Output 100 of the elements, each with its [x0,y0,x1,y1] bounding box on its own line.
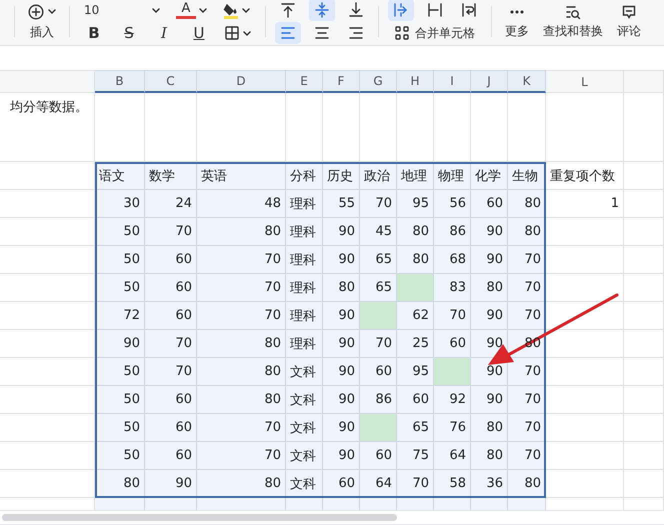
table-cell [624,330,664,358]
table-cell: 80 [197,358,286,386]
table-cell: 60 [397,386,434,414]
align-middle-button[interactable] [309,0,335,21]
table-cell: 90 [323,386,360,414]
underline-button[interactable]: U [184,22,214,44]
table-cell: 80 [323,274,360,302]
column-header[interactable]: C [145,70,197,93]
table-cell: 70 [360,330,397,358]
table-cell: 90 [471,386,508,414]
insert-button[interactable]: 插入 [24,2,60,41]
column-header[interactable]: B [95,70,145,93]
caret-icon [152,8,160,12]
more-button[interactable]: 更多 [501,2,533,42]
font-size-dropdown[interactable]: 10 [79,0,165,21]
table-cell: 90 [471,246,508,274]
table-header: 物理 [434,162,471,190]
table-cell: 60 [471,190,508,218]
table-cell: 80 [197,330,286,358]
strikethrough-button[interactable]: S [114,22,144,44]
table-cell [624,470,664,498]
table-cell: 80 [508,190,546,218]
column-header [624,70,664,93]
table-cell: 90 [323,218,360,246]
italic-button[interactable]: I [149,22,179,44]
comment-icon [621,4,637,20]
table-cell [624,190,664,218]
font-color-button[interactable]: A [171,0,212,21]
align-center-icon [314,25,330,41]
table-header: 政治 [360,162,397,190]
table-cell: 80 [397,218,434,246]
column-header[interactable]: H [397,70,434,93]
table-cell: 48 [197,190,286,218]
plus-circle-icon [28,4,44,20]
align-top-icon [280,2,296,18]
table-header: 数学 [145,162,197,190]
table-cell: 30 [95,190,145,218]
table-cell: 50 [95,246,145,274]
column-header[interactable]: L [546,70,624,93]
table-cell [471,93,508,162]
align-left-button[interactable] [275,22,301,44]
table-cell: 80 [197,386,286,414]
table-cell [624,246,664,274]
bold-button[interactable]: B [79,22,109,44]
column-header[interactable]: I [434,70,471,93]
table-cell: 80 [471,414,508,442]
table-cell: 92 [434,386,471,414]
table-cell: 86 [360,386,397,414]
table-cell: 90 [323,414,360,442]
table-cell [434,93,471,162]
table-cell: 80 [197,470,286,498]
align-middle-icon [314,2,330,18]
table-cell: 理科 [286,330,323,358]
table-cell: 60 [145,274,197,302]
table-cell: 90 [323,330,360,358]
table-cell: 70 [434,302,471,330]
table-cell: 70 [360,190,397,218]
table-cell [471,498,508,510]
table-cell: 70 [508,414,546,442]
table-cell: 50 [95,274,145,302]
column-header[interactable]: E [286,70,323,93]
table-cell: 70 [508,302,546,330]
table-cell: 24 [145,190,197,218]
caret-icon [48,9,56,14]
table-cell: 36 [471,470,508,498]
table-cell: 70 [197,274,286,302]
paint-bucket-icon[interactable] [223,2,239,18]
table-cell [397,93,434,162]
table-cell: 60 [145,386,197,414]
caret-icon [242,8,250,12]
table-cell: 25 [397,330,434,358]
overflow-button[interactable] [388,0,414,21]
table-cell [624,274,664,302]
table-cell [286,93,323,162]
table-cell: 50 [95,386,145,414]
find-button[interactable]: 查找和替换 [539,2,607,42]
column-header[interactable]: J [471,70,508,93]
merge-cells-button[interactable]: 合并单元格 [388,24,482,42]
column-header[interactable]: D [197,70,286,93]
column-header[interactable]: G [360,70,397,93]
table-cell [624,218,664,246]
comment-button[interactable]: 评论 [613,2,645,42]
table-cell: 70 [508,246,546,274]
table-cell: 50 [95,442,145,470]
table-cell: 80 [197,218,286,246]
table-cell [624,302,664,330]
table-header: 地理 [397,162,434,190]
scrollbar[interactable] [2,514,397,521]
column-header[interactable]: K [508,70,546,93]
table-cell: 60 [145,302,197,330]
table-cell: 76 [434,414,471,442]
table-cell: 文科 [286,414,323,442]
table-cell: 70 [197,414,286,442]
caret-icon [199,8,207,12]
column-header[interactable]: F [323,70,360,93]
overflow-icon [393,2,409,18]
table-cell: 75 [397,442,434,470]
grid-icon [224,25,240,41]
table-cell: 64 [434,442,471,470]
table-cell: 62 [397,302,434,330]
